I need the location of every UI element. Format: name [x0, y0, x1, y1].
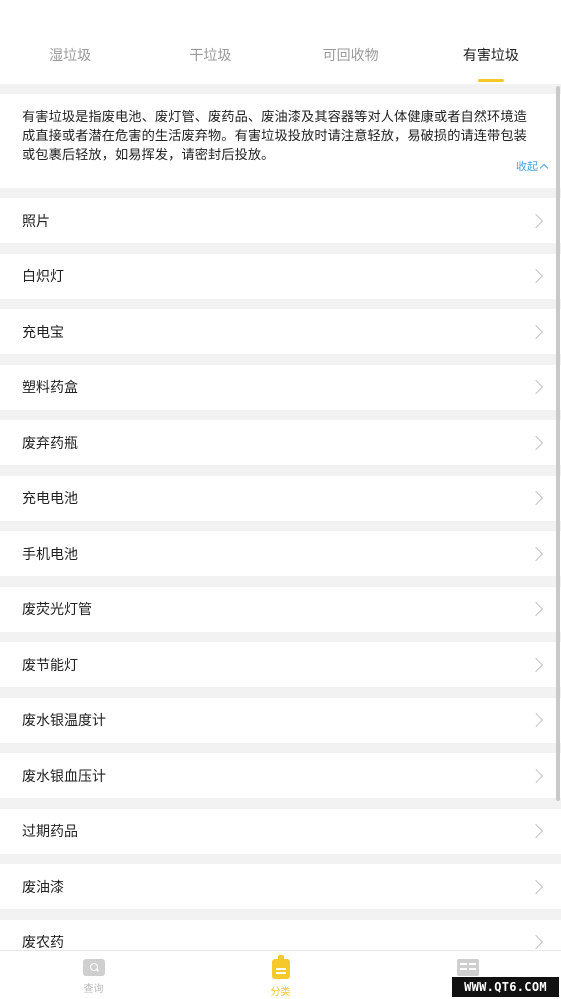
list-item-label: 废油漆 — [22, 879, 64, 896]
category-icon — [271, 955, 290, 979]
chevron-right-icon — [528, 546, 544, 561]
chevron-right-icon — [528, 657, 544, 672]
description-text: 有害垃圾是指废电池、废灯管、废药品、废油漆及其容器等对人体健康或者自然环境造成直… — [22, 110, 527, 163]
list-item[interactable]: 充电电池 — [0, 475, 561, 521]
category-tabs: 湿垃圾 干垃圾 可回收物 有害垃圾 — [0, 0, 561, 84]
chevron-right-icon — [528, 823, 544, 839]
chevron-right-icon — [528, 879, 544, 894]
tab-dry-garbage[interactable]: 干垃圾 — [140, 0, 280, 84]
scrollbar[interactable] — [556, 86, 560, 801]
list-item[interactable]: 废油漆 — [0, 864, 561, 909]
chevron-right-icon — [528, 712, 544, 728]
list-item[interactable]: 废水银温度计 — [0, 697, 561, 743]
tab-wet-garbage[interactable]: 湿垃圾 — [0, 0, 140, 84]
list-item-label: 白炽灯 — [22, 269, 64, 285]
category-description: 有害垃圾是指废电池、废灯管、废药品、废油漆及其容器等对人体健康或者自然环境造成直… — [0, 94, 561, 188]
list-item[interactable]: 废荧光灯管 — [0, 586, 561, 632]
list-item-label: 充电电池 — [22, 491, 78, 507]
list-item[interactable]: 废节能灯 — [0, 642, 561, 687]
collapse-label: 收起 — [516, 160, 538, 173]
list-item-label: 过期药品 — [22, 824, 78, 840]
list-item[interactable]: 过期药品 — [0, 808, 561, 854]
chevron-right-icon — [528, 213, 544, 228]
list-item-label: 废水银温度计 — [22, 713, 106, 729]
tab-label: 可回收物 — [322, 48, 379, 64]
nav-item-category[interactable]: 分类 — [187, 951, 374, 999]
list-item-label: 废水银血压计 — [22, 768, 106, 785]
chevron-right-icon — [528, 268, 544, 284]
chevron-right-icon — [528, 379, 544, 395]
tab-hazardous[interactable]: 有害垃圾 — [421, 0, 561, 84]
chevron-right-icon — [528, 324, 544, 339]
chevron-right-icon — [528, 490, 544, 506]
tab-label: 湿垃圾 — [49, 48, 92, 64]
list-item[interactable]: 手机电池 — [0, 531, 561, 576]
tab-active-underline — [477, 79, 504, 82]
list-item-label: 充电宝 — [22, 324, 64, 341]
list-item-label: 照片 — [22, 213, 50, 230]
list-item-label: 废节能灯 — [22, 657, 78, 674]
nav-item-query[interactable]: 查询 — [0, 951, 187, 999]
news-icon — [456, 959, 479, 976]
list-item-label: 手机电池 — [22, 546, 78, 563]
list-item[interactable]: 废弃药瓶 — [0, 420, 561, 465]
chevron-right-icon — [528, 934, 544, 950]
list-item-label: 塑料药盒 — [22, 380, 78, 396]
list-item-label: 废弃药瓶 — [22, 435, 78, 452]
list-item[interactable]: 充电宝 — [0, 309, 561, 354]
list-item-label: 废农药 — [22, 935, 64, 951]
tab-label: 有害垃圾 — [462, 48, 519, 64]
site-watermark: WWW.QT6.COM — [452, 977, 559, 997]
tab-label: 干垃圾 — [189, 48, 232, 64]
list-item-label: 废荧光灯管 — [22, 602, 92, 618]
chevron-right-icon — [528, 768, 544, 783]
list-item[interactable]: 废水银血压计 — [0, 753, 561, 798]
list-item[interactable]: 白炽灯 — [0, 253, 561, 299]
chevron-up-icon — [539, 163, 549, 172]
nav-item-label: 分类 — [270, 987, 291, 998]
tab-recyclable[interactable]: 可回收物 — [281, 0, 421, 84]
app-root: 湿垃圾 干垃圾 可回收物 有害垃圾 有害垃圾是指废电池、废灯管、废药品、废油漆及… — [0, 0, 561, 999]
list-item[interactable]: 塑料药盒 — [0, 364, 561, 410]
nav-item-label: 查询 — [83, 984, 104, 995]
list-item[interactable]: 照片 — [0, 198, 561, 243]
collapse-button[interactable]: 收起 — [516, 158, 549, 174]
chevron-right-icon — [528, 435, 544, 450]
item-list: 照片 白炽灯 充电宝 塑料药盒 废弃药瓶 充电电池 手机电池 废荧光灯管 废节能… — [0, 198, 561, 975]
chevron-right-icon — [528, 601, 544, 617]
search-icon — [82, 959, 105, 976]
